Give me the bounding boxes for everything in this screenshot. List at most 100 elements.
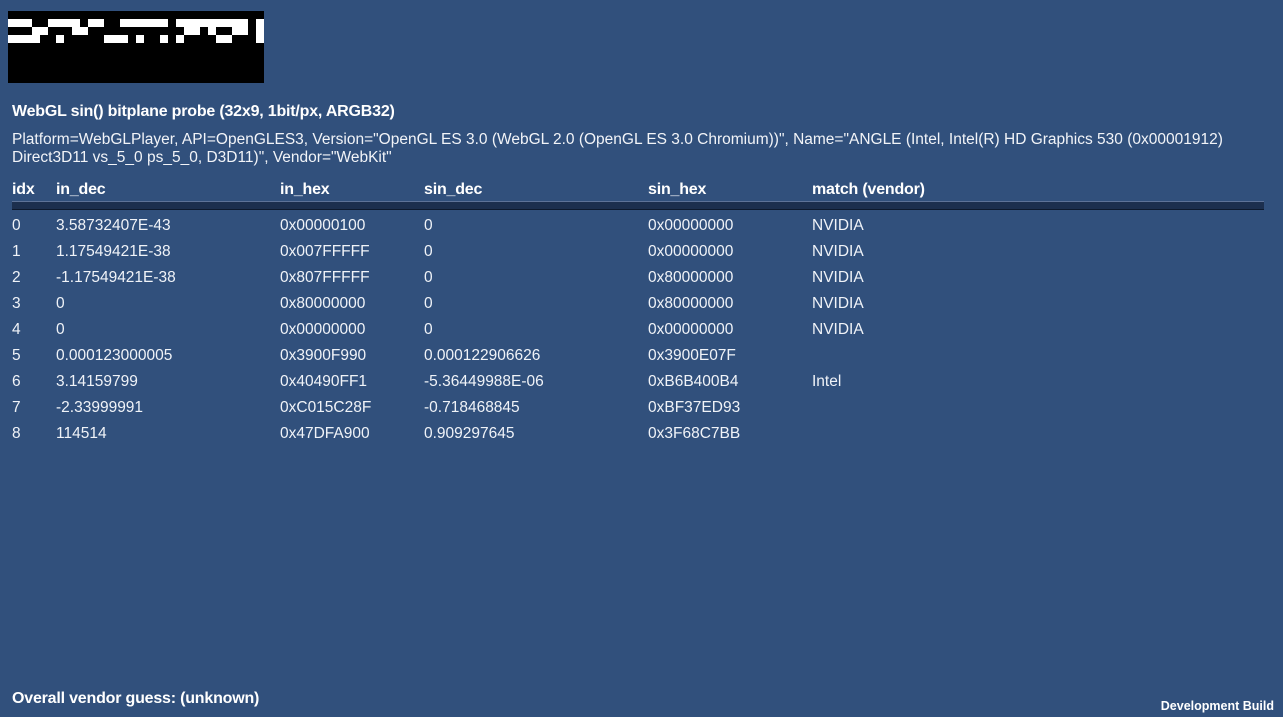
probe-pixel	[136, 19, 144, 27]
probe-pixel	[48, 35, 56, 43]
probe-pixel	[176, 27, 184, 35]
cell-sin-dec: -5.36449988E-06	[424, 373, 544, 390]
probe-pixel	[16, 59, 24, 67]
cell-sin-dec: 0	[424, 295, 433, 312]
probe-pixel	[256, 67, 264, 75]
probe-pixel	[160, 35, 168, 43]
probe-pixel	[240, 27, 248, 35]
probe-pixel	[8, 43, 16, 51]
probe-pixel	[32, 43, 40, 51]
cell-sin-dec: 0	[424, 243, 433, 260]
probe-pixel	[224, 11, 232, 19]
probe-pixel	[184, 27, 192, 35]
table-row: 5 0.000123000005 0x3900F990 0.0001229066…	[0, 347, 1283, 373]
probe-pixel	[88, 27, 96, 35]
probe-pixel	[232, 75, 240, 83]
probe-pixel	[80, 43, 88, 51]
probe-pixel	[152, 75, 160, 83]
probe-pixel	[128, 19, 136, 27]
probe-pixel	[144, 59, 152, 67]
probe-pixel	[8, 27, 16, 35]
probe-pixel	[40, 19, 48, 27]
cell-match: Intel	[812, 373, 842, 390]
probe-pixel	[112, 51, 120, 59]
cell-sin-dec: 0	[424, 269, 433, 286]
probe-pixel	[136, 11, 144, 19]
probe-pixel	[40, 59, 48, 67]
cell-sin-hex: 0xBF37ED93	[648, 399, 741, 416]
column-header-idx: idx	[12, 181, 35, 198]
probe-pixel	[192, 75, 200, 83]
probe-pixel	[120, 11, 128, 19]
probe-pixel	[208, 51, 216, 59]
probe-pixel	[248, 19, 256, 27]
probe-pixel	[240, 67, 248, 75]
probe-pixel	[32, 27, 40, 35]
bitplane-probe-image	[8, 11, 264, 83]
probe-pixel	[232, 51, 240, 59]
cell-sin-dec: 0.909297645	[424, 425, 515, 442]
probe-pixel	[256, 51, 264, 59]
probe-pixel	[128, 59, 136, 67]
probe-pixel	[32, 19, 40, 27]
probe-pixel	[8, 67, 16, 75]
probe-pixel	[96, 11, 104, 19]
probe-pixel	[32, 11, 40, 19]
probe-pixel	[120, 19, 128, 27]
probe-pixel	[16, 35, 24, 43]
probe-pixel	[80, 27, 88, 35]
probe-pixel	[160, 59, 168, 67]
probe-pixel	[48, 51, 56, 59]
probe-pixel	[232, 59, 240, 67]
probe-pixel	[56, 11, 64, 19]
table-row: 7 -2.33999991 0xC015C28F -0.718468845 0x…	[0, 399, 1283, 425]
probe-pixel	[232, 11, 240, 19]
column-header-in-hex: in_hex	[280, 181, 330, 198]
probe-pixel	[72, 51, 80, 59]
probe-pixel	[200, 43, 208, 51]
probe-pixel	[184, 75, 192, 83]
column-header-in-dec: in_dec	[56, 181, 106, 198]
cell-idx: 1	[12, 243, 21, 260]
probe-pixel	[56, 75, 64, 83]
probe-pixel	[88, 67, 96, 75]
probe-pixel	[152, 43, 160, 51]
column-header-match-vendor: match (vendor)	[812, 181, 925, 198]
probe-pixel	[104, 67, 112, 75]
probe-pixel	[56, 19, 64, 27]
probe-pixel	[240, 43, 248, 51]
vendor-guess: Overall vendor guess: (unknown)	[12, 690, 260, 707]
probe-pixel	[80, 67, 88, 75]
probe-pixel	[40, 67, 48, 75]
probe-pixel	[80, 11, 88, 19]
probe-pixel	[24, 27, 32, 35]
probe-pixel	[64, 75, 72, 83]
probe-pixel	[208, 67, 216, 75]
cell-in-hex: 0x80000000	[280, 295, 366, 312]
probe-pixel	[136, 35, 144, 43]
probe-pixel	[72, 43, 80, 51]
probe-pixel	[104, 43, 112, 51]
probe-pixel	[152, 11, 160, 19]
probe-pixel	[192, 59, 200, 67]
probe-pixel	[8, 19, 16, 27]
probe-pixel	[88, 75, 96, 83]
probe-pixel	[256, 59, 264, 67]
table-row: 4 0 0x00000000 0 0x00000000 NVIDIA	[0, 321, 1283, 347]
probe-pixel	[72, 35, 80, 43]
probe-pixel	[208, 27, 216, 35]
probe-pixel	[144, 67, 152, 75]
probe-pixel	[120, 43, 128, 51]
probe-pixel	[152, 59, 160, 67]
probe-pixel	[160, 11, 168, 19]
probe-pixel	[160, 19, 168, 27]
probe-pixel	[64, 59, 72, 67]
probe-pixel	[144, 11, 152, 19]
probe-pixel	[184, 43, 192, 51]
probe-pixel	[16, 19, 24, 27]
probe-pixel	[176, 51, 184, 59]
cell-sin-hex: 0x00000000	[648, 321, 734, 338]
probe-pixel	[248, 43, 256, 51]
probe-pixel	[96, 59, 104, 67]
probe-pixel	[208, 59, 216, 67]
